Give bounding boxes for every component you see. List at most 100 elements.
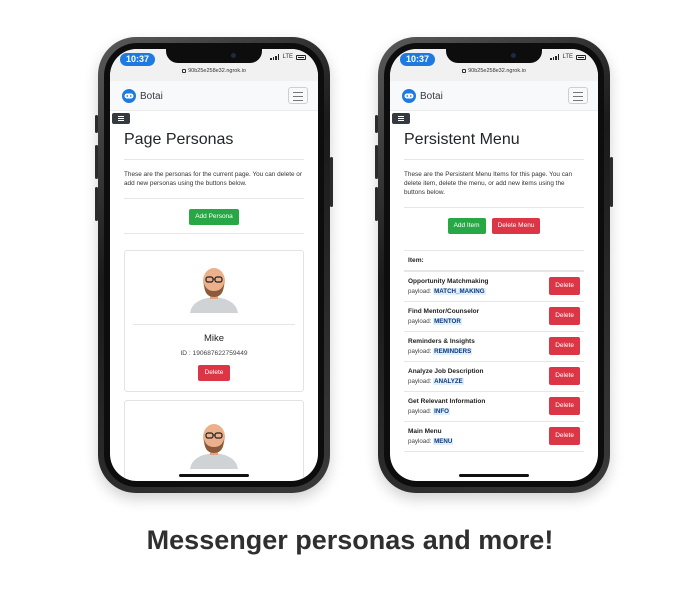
page-title: Page Personas (124, 131, 234, 148)
page-description: These are the personas for the current p… (124, 171, 302, 187)
signal-icon (270, 54, 280, 60)
volume-down-button (95, 187, 98, 221)
power-button (610, 157, 613, 207)
delete-menu-button[interactable]: Delete Menu (491, 218, 541, 234)
persona-id: ID : 190687622759449 (180, 350, 248, 357)
avatar-icon (190, 268, 238, 313)
table-row: Reminders & Insights payload: REMINDERS … (404, 332, 584, 362)
delete-persona-button[interactable]: Delete (197, 365, 231, 381)
persona-card (124, 400, 304, 481)
table-row: Main Menu payload: MENU Delete (404, 422, 584, 452)
url-text: 90b25e258e32.ngrok.io (468, 68, 526, 74)
divider (124, 159, 304, 160)
status-indicators: LTE (550, 54, 586, 60)
power-button (330, 157, 333, 207)
delete-item-button[interactable]: Delete (549, 307, 580, 325)
phone-mockup-right: 10:37 LTE 90b25e258e32.ngrok.io Botai Pe… (375, 37, 613, 493)
delete-item-button[interactable]: Delete (549, 367, 580, 385)
brand-name: Botai (140, 90, 163, 102)
persona-name: Mike (203, 333, 225, 344)
table-row: Get Relevant Information payload: INFO D… (404, 392, 584, 422)
status-time: 10:37 (120, 53, 156, 66)
brand-link[interactable]: Botai (402, 89, 443, 103)
phone-notch (166, 49, 262, 63)
phone-mockup-left: 10:37 LTE 90b25e258e32.ngrok.io Botai Pa… (95, 37, 333, 493)
payload-value: ANALYZE (433, 377, 464, 385)
payload-value: MATCH_MAKING (433, 287, 486, 295)
battery-icon (296, 54, 306, 60)
table-header: Item: (404, 250, 584, 272)
hamburger-menu-icon[interactable] (288, 87, 308, 104)
caption-heading: Messenger personas and more! (146, 525, 554, 555)
item-payload: payload: INFO (408, 407, 485, 415)
payload-label: payload: (408, 407, 432, 415)
address-bar[interactable]: 90b25e258e32.ngrok.io (390, 68, 598, 74)
item-payload: payload: MENU (408, 437, 454, 445)
navbar: Botai (390, 81, 598, 111)
browser-status-bar: 10:37 LTE 90b25e258e32.ngrok.io (110, 49, 318, 81)
volume-down-button (375, 187, 378, 221)
mute-switch (95, 115, 98, 133)
payload-label: payload: (408, 317, 432, 325)
delete-item-button[interactable]: Delete (549, 427, 580, 445)
add-persona-button[interactable]: Add Persona (189, 209, 239, 225)
main-content: Persistent Menu These are the Persistent… (404, 129, 584, 452)
divider (124, 198, 304, 199)
home-indicator (459, 474, 529, 477)
hamburger-menu-icon[interactable] (568, 87, 588, 104)
main-content: Page Personas These are the personas for… (124, 129, 304, 481)
payload-label: payload: (408, 437, 432, 445)
page-title: Persistent Menu (404, 131, 520, 148)
navbar: Botai (110, 81, 318, 111)
botai-logo-icon (122, 89, 136, 103)
payload-label: payload: (408, 377, 432, 385)
item-payload: payload: MATCH_MAKING (408, 287, 489, 295)
payload-value: REMINDERS (433, 347, 473, 355)
sidebar-toggle-icon[interactable] (112, 113, 130, 124)
add-item-button[interactable]: Add Item (447, 218, 486, 234)
network-label: LTE (282, 54, 293, 60)
status-time: 10:37 (400, 53, 436, 66)
menu-items-table: Item: Opportunity Matchmaking payload: M… (404, 250, 584, 452)
mute-switch (375, 115, 378, 133)
payload-label: payload: (408, 347, 432, 355)
item-payload: payload: REMINDERS (408, 347, 475, 355)
battery-icon (576, 54, 586, 60)
sidebar-toggle-icon[interactable] (392, 113, 410, 124)
url-text: 90b25e258e32.ngrok.io (188, 68, 246, 74)
item-title: Reminders & Insights (408, 337, 475, 345)
divider (404, 159, 584, 160)
payload-label: payload: (408, 287, 432, 295)
brand-link[interactable]: Botai (122, 89, 163, 103)
brand-name: Botai (420, 90, 443, 102)
persona-card: Mike ID : 190687622759449 Delete (124, 250, 304, 392)
delete-item-button[interactable]: Delete (549, 397, 580, 415)
status-indicators: LTE (270, 54, 306, 60)
table-row: Find Mentor/Counselor payload: MENTOR De… (404, 302, 584, 332)
volume-up-button (375, 145, 378, 179)
botai-logo-icon (402, 89, 416, 103)
table-row: Analyze Job Description payload: ANALYZE… (404, 362, 584, 392)
delete-item-button[interactable]: Delete (549, 337, 580, 355)
item-title: Analyze Job Description (408, 367, 484, 375)
browser-status-bar: 10:37 LTE 90b25e258e32.ngrok.io (390, 49, 598, 81)
volume-up-button (95, 145, 98, 179)
delete-item-button[interactable]: Delete (549, 277, 580, 295)
item-payload: payload: MENTOR (408, 317, 479, 325)
item-title: Find Mentor/Counselor (408, 307, 480, 315)
lock-icon (182, 69, 187, 73)
table-row: Opportunity Matchmaking payload: MATCH_M… (404, 272, 584, 302)
payload-value: MENTOR (433, 317, 462, 325)
divider (404, 207, 584, 208)
divider (124, 233, 304, 234)
signal-icon (550, 54, 560, 60)
phone-screen: 10:37 LTE 90b25e258e32.ngrok.io Botai (110, 49, 318, 481)
phone-screen: 10:37 LTE 90b25e258e32.ngrok.io Botai (390, 49, 598, 481)
payload-value: MENU (433, 437, 454, 445)
item-title: Main Menu (408, 427, 442, 435)
page-description: These are the Persistent Menu Items for … (404, 171, 573, 196)
avatar-icon (190, 424, 238, 469)
address-bar[interactable]: 90b25e258e32.ngrok.io (110, 68, 318, 74)
item-payload: payload: ANALYZE (408, 377, 484, 385)
card-divider (133, 324, 295, 325)
